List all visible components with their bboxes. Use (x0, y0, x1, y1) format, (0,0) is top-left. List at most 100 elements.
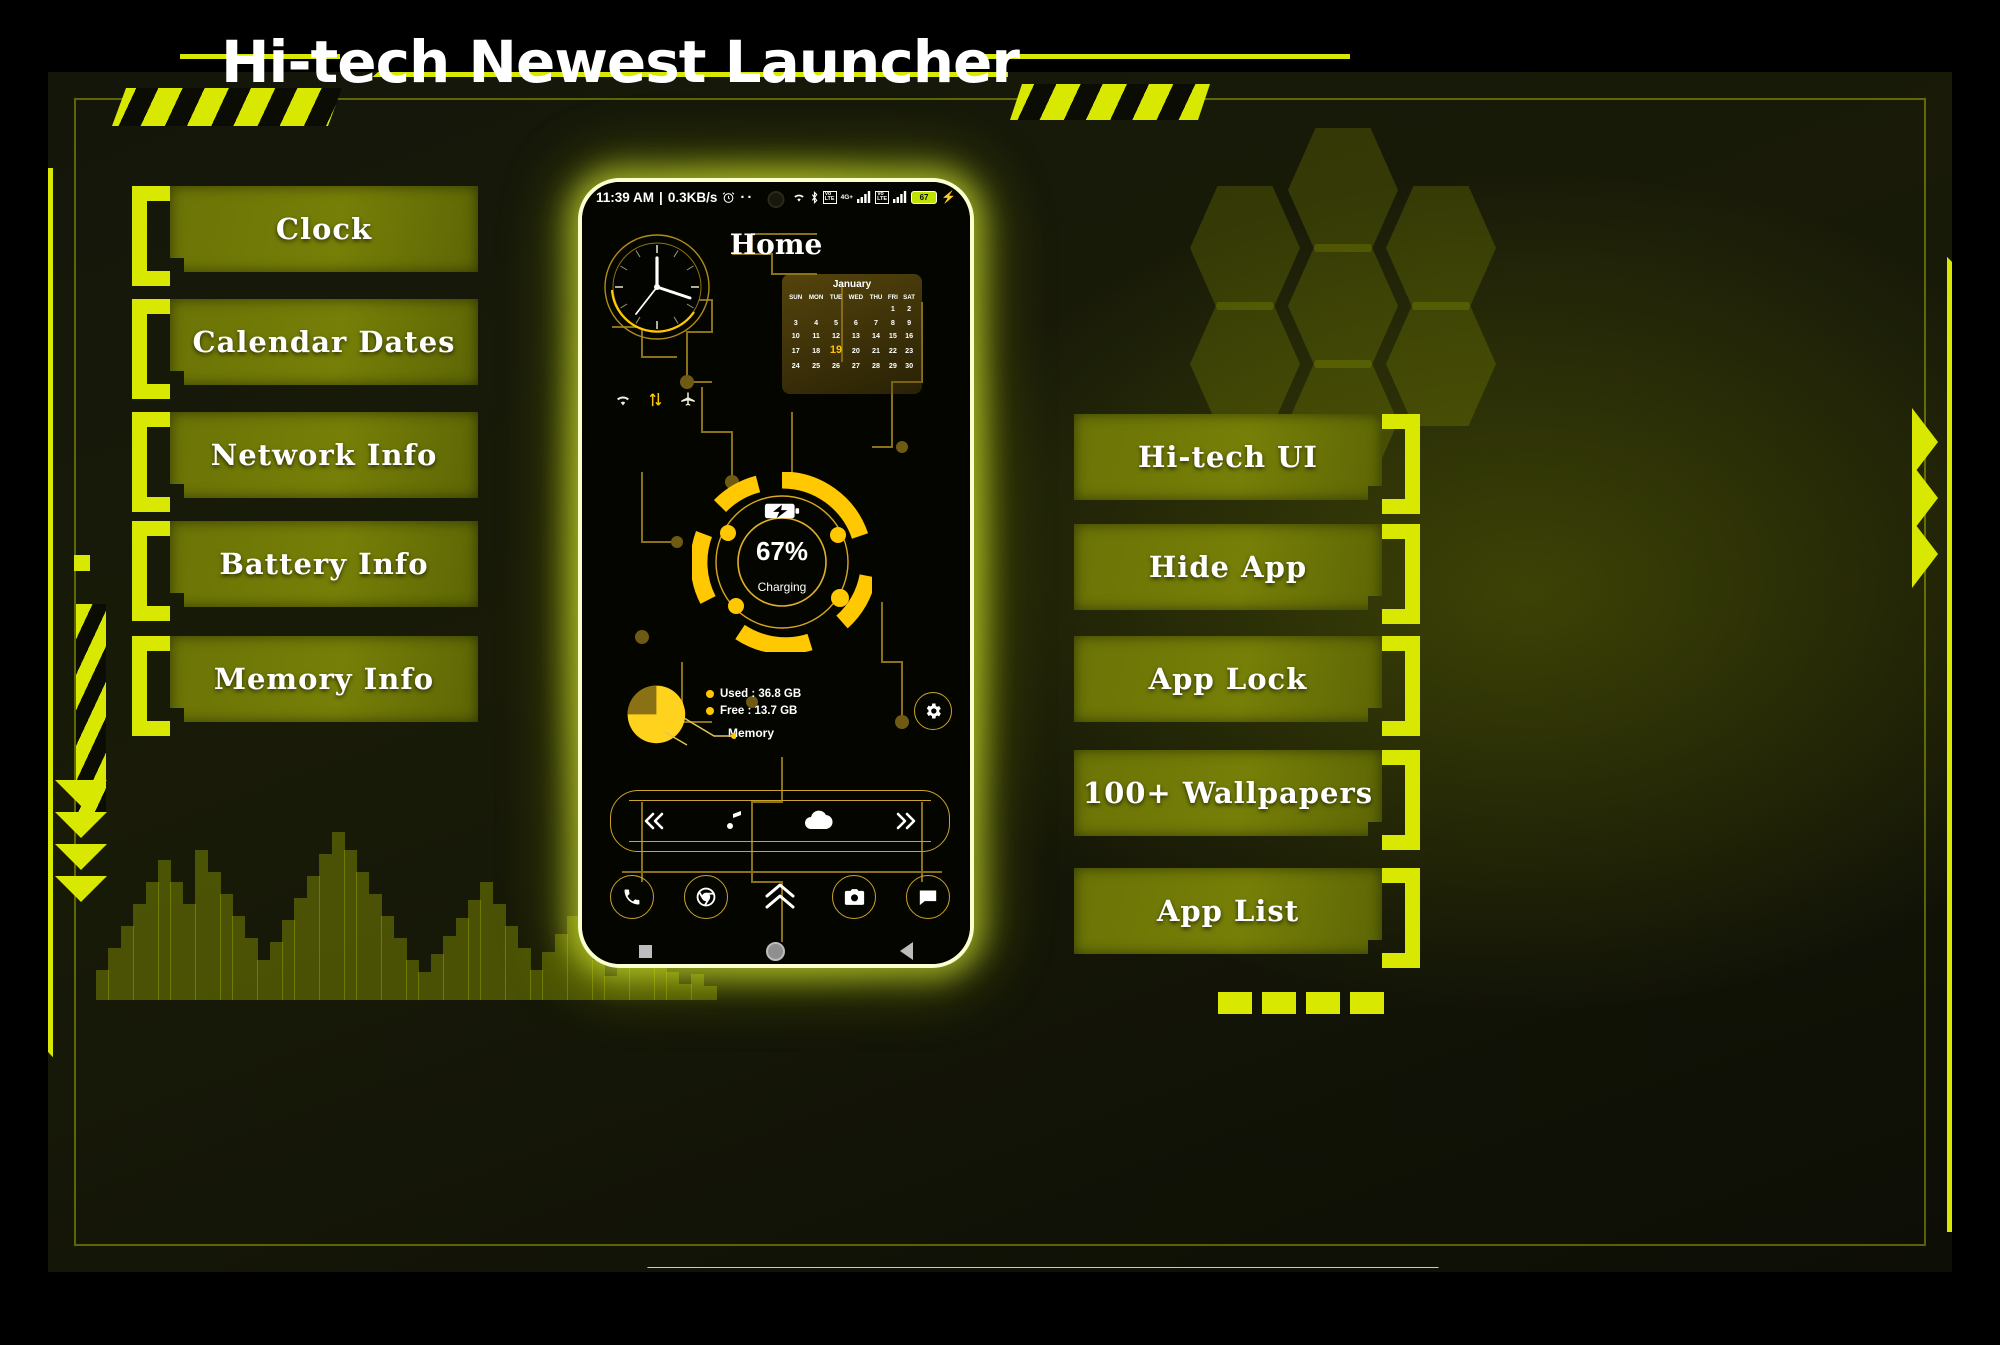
memory-legend: Used : 36.8 GB Free : 13.7 GB (706, 686, 801, 720)
equalizer-bar (443, 936, 457, 1000)
bracket-right-icon (1380, 750, 1420, 836)
calendar-day[interactable]: 7 (867, 315, 886, 328)
bracket-left-icon (132, 412, 172, 498)
calendar-day[interactable]: 1 (885, 302, 900, 315)
camera-icon (844, 889, 864, 905)
calendar-day[interactable]: 22 (885, 342, 900, 358)
status-time: 11:39 AM (596, 189, 655, 205)
dock-item-chrome[interactable] (684, 875, 728, 919)
sidebar-item-label: Memory Info (213, 662, 435, 696)
calendar-day[interactable]: 13 (845, 329, 866, 342)
calendar-day[interactable]: 30 (900, 359, 918, 372)
dock-item-camera[interactable] (832, 875, 876, 919)
calendar-day[interactable]: 25 (805, 359, 826, 372)
music-note-icon[interactable] (725, 809, 745, 833)
calendar-day[interactable]: 24 (786, 359, 805, 372)
data-transfer-icon (649, 392, 662, 406)
equalizer-bar (356, 872, 370, 1000)
calendar-day[interactable]: 11 (805, 329, 826, 342)
dock-item-messages[interactable] (906, 875, 950, 919)
calendar-day[interactable]: 26 (827, 359, 845, 372)
calendar-day[interactable]: 5 (827, 315, 845, 328)
calendar-day[interactable]: 15 (885, 329, 900, 342)
sidebar-item-hi-tech-ui[interactable]: Hi-tech UI (1074, 414, 1420, 500)
calendar-day[interactable]: 2 (900, 302, 918, 315)
calendar-day[interactable]: 4 (805, 315, 826, 328)
calendar-day-empty (805, 302, 826, 315)
calendar-day[interactable]: 9 (900, 315, 918, 328)
calendar-day[interactable]: 28 (867, 359, 886, 372)
accent-square-bottom-4 (1350, 992, 1384, 1014)
next-track-icon[interactable] (892, 809, 920, 833)
calendar-day[interactable]: 18 (805, 342, 826, 358)
recents-square-icon[interactable] (639, 944, 653, 958)
calendar-day[interactable]: 16 (900, 329, 918, 342)
battery-status-label: Charging (757, 580, 807, 594)
equalizer-bar (282, 920, 295, 1000)
sidebar-item-label: Hi-tech UI (1138, 440, 1318, 474)
sidebar-item-battery-info[interactable]: Battery Info (132, 521, 478, 607)
sidebar-item-memory-info[interactable]: Memory Info (132, 636, 478, 722)
more-dots-icon: ·· (740, 188, 755, 206)
calendar-table: SUN MON TUE WED THU FRI SAT 1 2 3 4 5 6 7 8 9 10 11 12 13 1… (786, 293, 918, 372)
wifi-icon (793, 194, 804, 202)
sidebar-item-app-list[interactable]: App List (1074, 868, 1420, 954)
bracket-right-icon (1380, 524, 1420, 610)
sidebar-item-app-lock[interactable]: App Lock (1074, 636, 1420, 722)
home-circle-icon[interactable] (766, 941, 786, 961)
sidebar-item-network-info[interactable]: Network Info (132, 412, 478, 498)
calendar-day[interactable]: 23 (900, 342, 918, 358)
navigation-bar (582, 934, 970, 964)
sidebar-item-hide-app[interactable]: Hide App (1074, 524, 1420, 610)
equalizer-bar (182, 904, 196, 1000)
calendar-widget[interactable]: January SUN MON TUE WED THU FRI SAT 1234567891… (782, 274, 922, 394)
cloud-icon[interactable] (803, 810, 835, 832)
battery-widget[interactable]: 67% Charging (692, 472, 872, 652)
calendar-day[interactable]: 29 (885, 359, 900, 372)
equalizer-bar (294, 898, 308, 1000)
bracket-left-icon (132, 521, 172, 607)
calendar-week-row: 3456789 (786, 315, 918, 328)
equalizer-bar (145, 882, 159, 1000)
sidebar-item-label: Battery Info (219, 547, 429, 581)
calendar-body: 1 2 3 4 5 6 7 8 9 10 11 12 13 14 15 16 17 18 19 20 21 22 23 24 2… (786, 302, 918, 372)
calendar-day[interactable]: 3 (786, 315, 805, 328)
equalizer-bar (703, 986, 717, 1000)
sidebar-item-label: App Lock (1148, 662, 1308, 696)
wifi-icon (617, 395, 629, 405)
calendar-day[interactable]: 8 (885, 315, 900, 328)
calendar-day[interactable]: 12 (827, 329, 845, 342)
calendar-day[interactable]: 17 (786, 342, 805, 358)
equalizer-bar (319, 854, 333, 1000)
music-player-widget[interactable] (610, 790, 950, 852)
calendar-weekday: WED (848, 294, 864, 301)
back-triangle-icon[interactable] (899, 942, 913, 960)
sidebar-item-calendar-dates[interactable]: Calendar Dates (132, 299, 478, 385)
sidebar-item-label: Clock (275, 212, 373, 246)
settings-gear-button[interactable] (914, 692, 952, 730)
home-screen-title: Home (729, 228, 823, 261)
calendar-day[interactable]: 10 (786, 329, 805, 342)
calendar-week-row: 10 11 12 13 14 15 16 (786, 329, 918, 342)
dock-item-phone[interactable] (610, 875, 654, 919)
sidebar-item-clock[interactable]: Clock (132, 186, 478, 272)
launcher-promo-screen: Hi-tech Newest Launcher Clock Calendar D… (0, 0, 2000, 1345)
calendar-weekday: MON (808, 294, 824, 301)
memory-widget[interactable]: Used : 36.8 GB Free : 13.7 GB Memory (624, 682, 874, 752)
accent-square-left-1 (74, 555, 90, 571)
app-drawer-chevron-icon (765, 883, 795, 909)
calendar-day[interactable]: 20 (845, 342, 866, 358)
previous-track-icon[interactable] (640, 809, 668, 833)
sidebar-item-wallpapers[interactable]: 100+ Wallpapers (1074, 750, 1420, 836)
network-type-label: 4G+ (840, 193, 854, 201)
equalizer-bar (120, 926, 134, 1000)
calendar-day[interactable]: 6 (845, 315, 866, 328)
calendar-day[interactable]: 14 (867, 329, 886, 342)
dock-item-app-drawer[interactable] (758, 875, 802, 919)
status-network-speed: 0.3KB/s (667, 189, 718, 205)
volte-icon-1: Vo LTE (822, 190, 837, 204)
calendar-day[interactable]: 19 (827, 342, 845, 358)
equalizer-bar (257, 960, 271, 1000)
calendar-day[interactable]: 21 (867, 342, 886, 358)
calendar-day[interactable]: 27 (845, 359, 866, 372)
